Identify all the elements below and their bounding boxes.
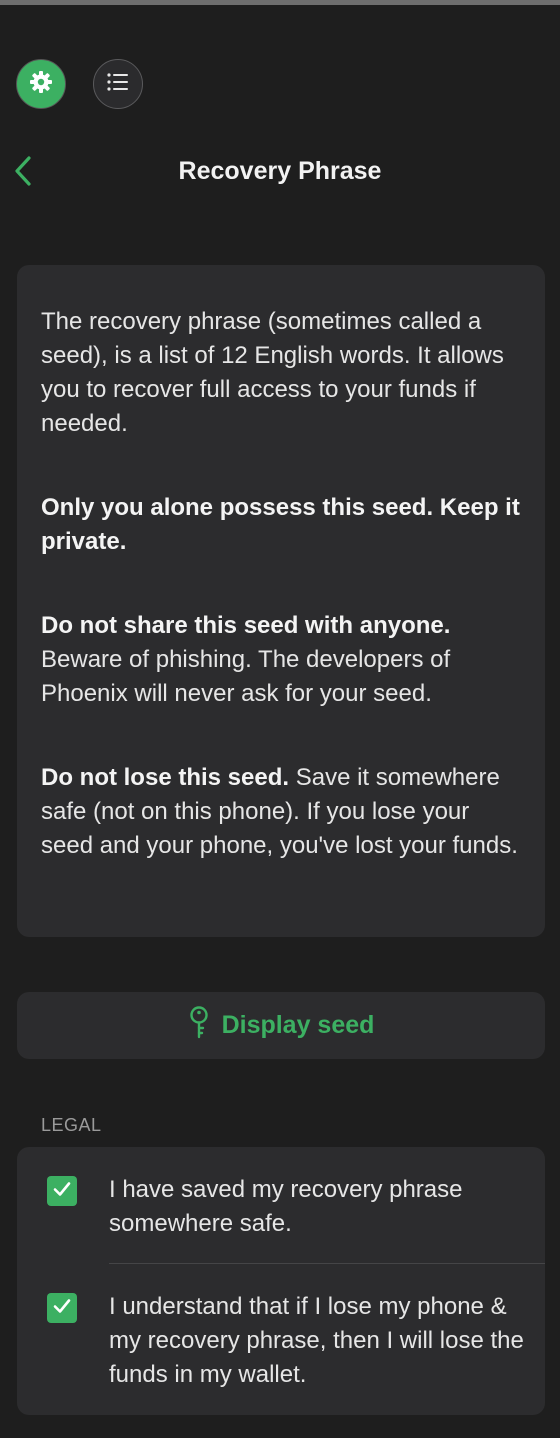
info-card: The recovery phrase (sometimes called a …	[17, 265, 545, 937]
window-top-edge	[0, 0, 560, 5]
info-paragraph-lose: Do not lose this seed. Save it somewhere…	[41, 761, 521, 863]
info-share-bold: Do not share this seed with anyone.	[41, 612, 451, 639]
info-paragraph-intro: The recovery phrase (sometimes called a …	[41, 308, 504, 437]
list-icon	[106, 72, 130, 97]
checkmark-icon	[52, 1179, 72, 1204]
menu-button[interactable]	[93, 59, 143, 109]
page-title: Recovery Phrase	[178, 157, 382, 185]
info-private-bold: Only you alone possess this seed. Keep i…	[41, 494, 520, 555]
legal-item-saved[interactable]: I have saved my recovery phrase somewher…	[17, 1147, 545, 1263]
display-seed-label: Display seed	[221, 1011, 375, 1039]
info-paragraph-share: Do not share this seed with anyone. Bewa…	[41, 609, 521, 711]
display-seed-button[interactable]: Display seed	[17, 992, 545, 1059]
legal-card: I have saved my recovery phrase somewher…	[17, 1147, 545, 1415]
key-icon	[188, 1006, 210, 1045]
legal-item-text: I understand that if I lose my phone & m…	[109, 1293, 524, 1388]
info-share-text: Beware of phishing. The developers of Ph…	[41, 646, 451, 707]
legal-item-understand[interactable]: I understand that if I lose my phone & m…	[17, 1264, 545, 1415]
legal-item-text: I have saved my recovery phrase somewher…	[109, 1176, 463, 1237]
saved-checkbox[interactable]	[47, 1176, 77, 1206]
settings-button[interactable]	[16, 59, 66, 109]
info-lose-bold: Do not lose this seed.	[41, 764, 290, 791]
gear-icon	[29, 70, 53, 99]
info-paragraph-private: Only you alone possess this seed. Keep i…	[41, 491, 521, 559]
checkmark-icon	[52, 1296, 72, 1321]
understand-checkbox[interactable]	[47, 1293, 77, 1323]
legal-section-header: LEGAL	[41, 1115, 102, 1135]
